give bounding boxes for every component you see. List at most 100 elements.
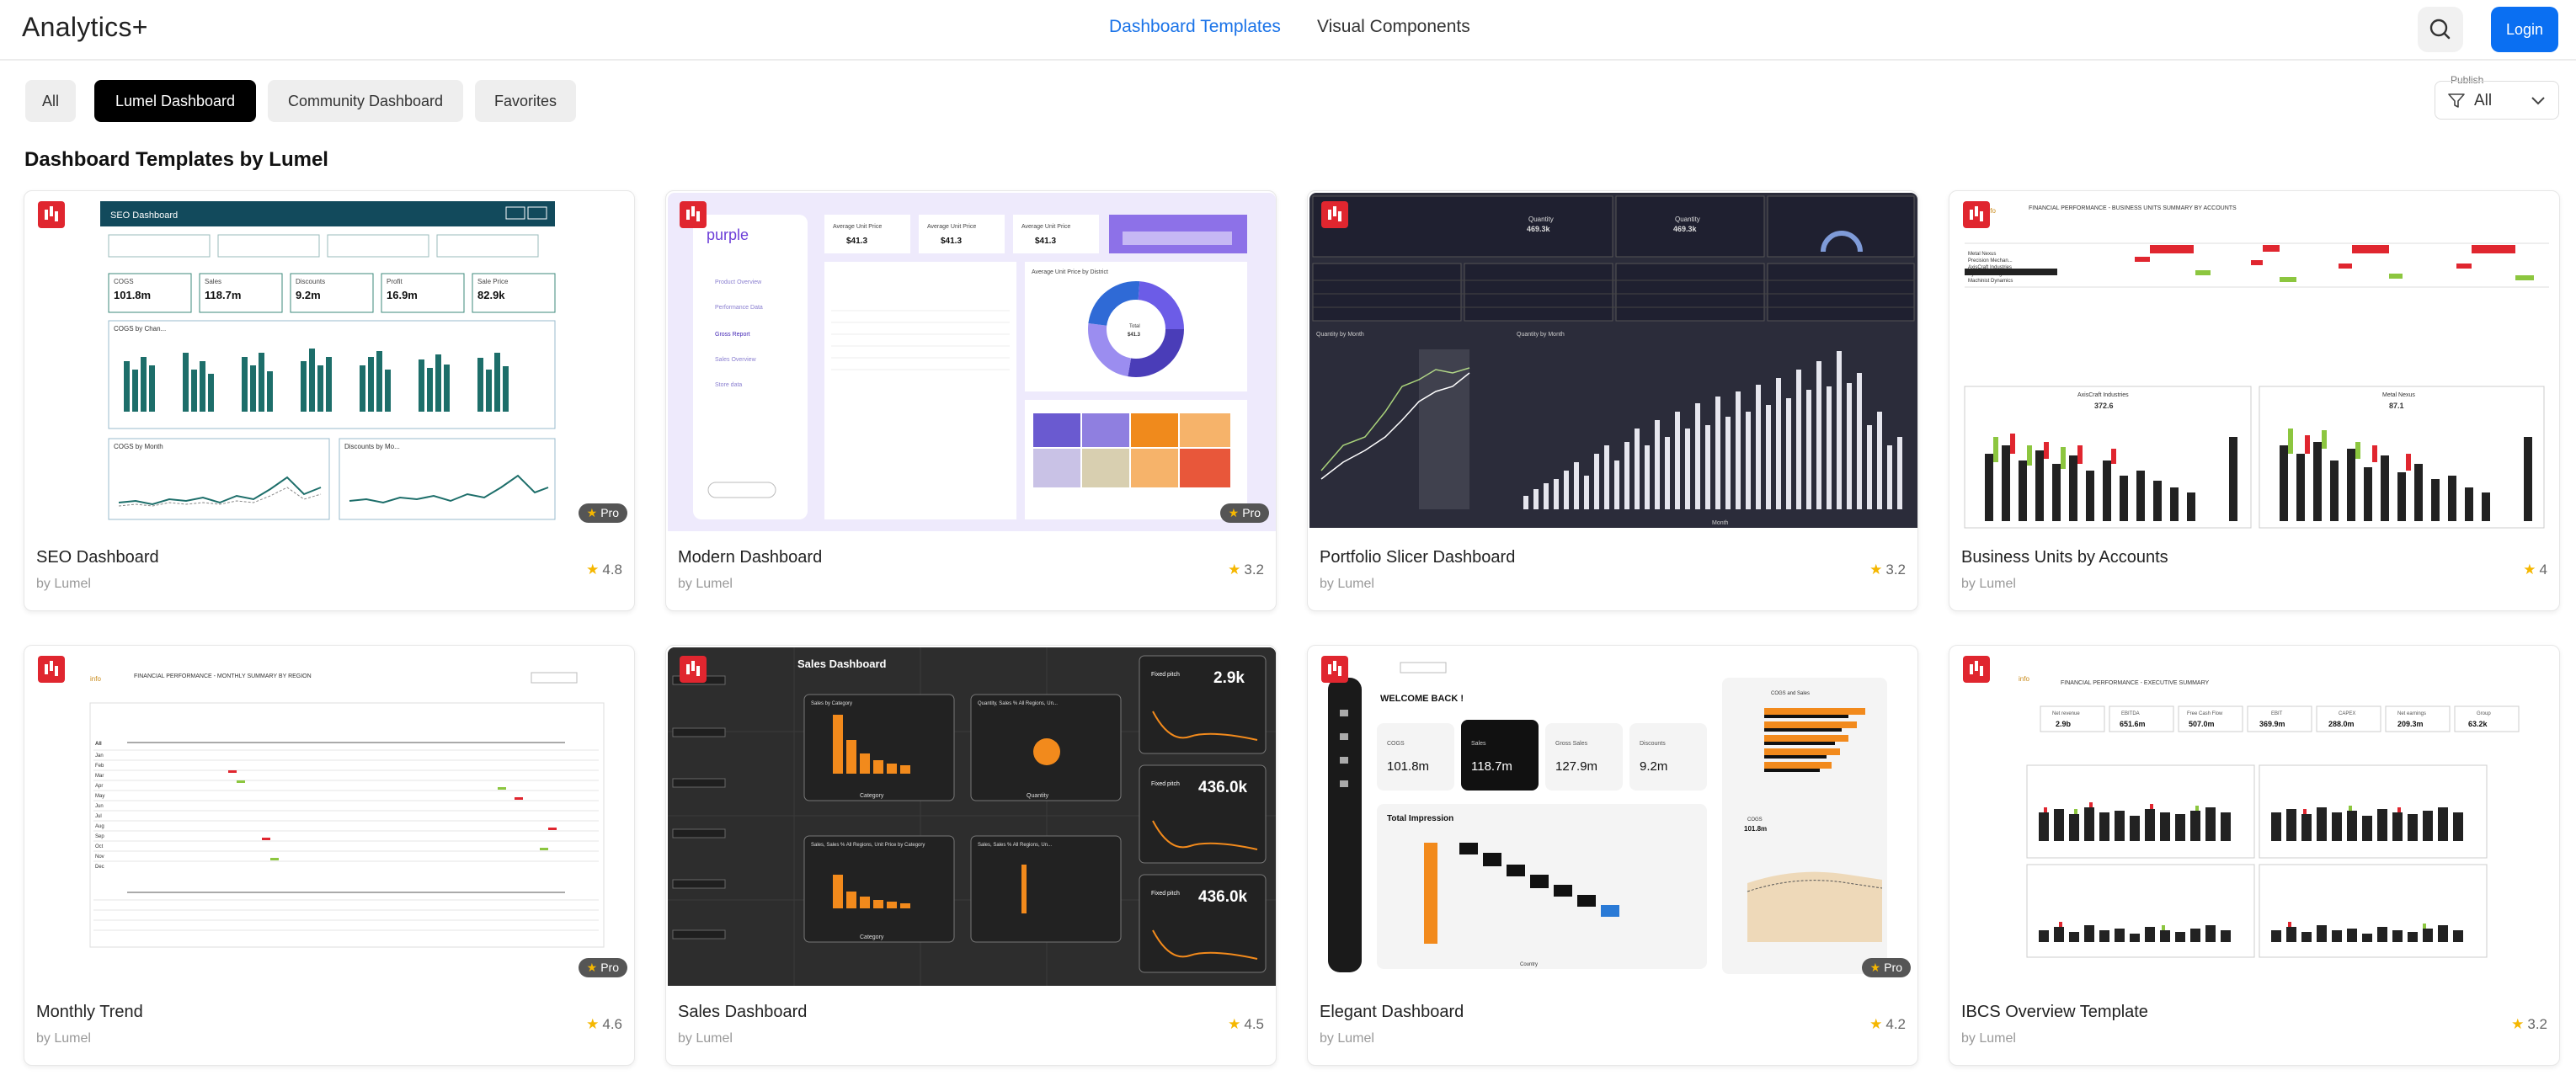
svg-text:101.8m: 101.8m (1387, 759, 1429, 774)
svg-text:AxisCraft Industries: AxisCraft Industries (2077, 392, 2129, 398)
svg-text:507.0m: 507.0m (2189, 720, 2215, 728)
section-title: Dashboard Templates by Lumel (24, 148, 328, 171)
card-author: by Lumel (678, 1031, 733, 1046)
app-logo[interactable]: Analytics+ (22, 12, 148, 43)
template-card-sales-dashboard[interactable]: Sales Dashboard Sales by Category Quanti… (665, 645, 1277, 1066)
card-rating: ★ 4.6 (586, 1016, 622, 1032)
template-card-elegant-dashboard[interactable]: WELCOME BACK ! COGS 101.8m Sales 118.7m Gr… (1307, 645, 1918, 1066)
card-title[interactable]: Business Units by Accounts (1961, 548, 2168, 567)
nav-dashboard-templates[interactable]: Dashboard Templates (1109, 17, 1281, 37)
svg-text:82.9k: 82.9k (477, 289, 505, 301)
card-title[interactable]: Modern Dashboard (678, 548, 822, 567)
thumbnail-modern-dashboard: purple Product Overview Performance Data… (668, 193, 1276, 531)
card-title[interactable]: Portfolio Slicer Dashboard (1320, 548, 1515, 567)
svg-text:Quantity: Quantity (1675, 216, 1700, 223)
svg-text:Profit: Profit (387, 278, 403, 285)
template-card-ibcs-overview-template[interactable]: info FINANCIAL PERFORMANCE - EXECUTIVE S… (1949, 645, 2560, 1066)
star-icon: ★ (586, 1016, 600, 1032)
pro-badge: ★ Pro (578, 958, 627, 977)
star-icon: ★ (1228, 506, 1240, 519)
template-card-seo-dashboard[interactable]: SEO Dashboard COGS 101.8m Sales 118.7m Dis… (24, 190, 635, 611)
pro-badge: ★ Pro (578, 503, 627, 523)
publish-filter-dropdown[interactable]: All (2435, 81, 2559, 120)
card-author: by Lumel (1961, 1031, 2016, 1046)
svg-text:436.0k: 436.0k (1198, 779, 1248, 796)
svg-text:2.9k: 2.9k (1213, 669, 1245, 687)
svg-text:Sales Overview: Sales Overview (715, 357, 757, 363)
login-button[interactable]: Login (2491, 7, 2558, 52)
lumel-badge-icon (680, 201, 707, 228)
svg-text:info: info (90, 675, 101, 683)
svg-text:Sales, Sales % All Regions, Un: Sales, Sales % All Regions, Unit Price b… (811, 843, 925, 848)
svg-text:372.6: 372.6 (2094, 402, 2114, 410)
modern-thumb-brand: purple (707, 226, 749, 243)
svg-text:2.9b: 2.9b (2056, 720, 2072, 728)
svg-text:Oct: Oct (95, 844, 104, 849)
svg-text:Net revenue: Net revenue (2052, 711, 2080, 716)
card-author: by Lumel (36, 1031, 91, 1046)
template-card-monthly-trend[interactable]: info FINANCIAL PERFORMANCE - MONTHLY SUM… (24, 645, 635, 1066)
pro-badge: ★ Pro (1219, 503, 1269, 523)
svg-text:Nov: Nov (95, 854, 104, 860)
star-icon: ★ (1869, 961, 1881, 974)
svg-text:63.2k: 63.2k (2468, 720, 2488, 728)
svg-text:Quantity: Quantity (1528, 216, 1554, 223)
svg-text:Sep: Sep (95, 834, 104, 839)
card-title[interactable]: Elegant Dashboard (1320, 1003, 1464, 1022)
svg-text:Discounts by Mo...: Discounts by Mo... (344, 443, 400, 450)
svg-text:May: May (95, 794, 104, 799)
svg-text:Month: Month (1712, 520, 1729, 526)
svg-text:16.9m: 16.9m (387, 289, 418, 301)
svg-text:9.2m: 9.2m (1640, 759, 1667, 774)
template-card-business-units-by-accounts[interactable]: info FINANCIAL PERFORMANCE - BUSINESS UN… (1949, 190, 2560, 611)
lumel-badge-icon (38, 201, 65, 228)
svg-text:Mar: Mar (95, 774, 104, 779)
card-rating: ★ 3.2 (2511, 1016, 2547, 1032)
svg-text:Fixed pitch: Fixed pitch (1151, 781, 1180, 787)
svg-text:118.7m: 118.7m (1471, 759, 1512, 774)
svg-text:Precision Mechan...: Precision Mechan... (1968, 258, 2013, 264)
svg-text:Gross Report: Gross Report (715, 332, 750, 338)
template-card-modern-dashboard[interactable]: purple Product Overview Performance Data… (665, 190, 1277, 611)
svg-text:209.3m: 209.3m (2397, 720, 2424, 728)
svg-text:Apr: Apr (95, 784, 103, 789)
filter-chip-favorites[interactable]: Favorites (475, 80, 576, 122)
svg-text:COGS by Month: COGS by Month (114, 443, 163, 450)
card-title[interactable]: Monthly Trend (36, 1003, 143, 1022)
svg-text:$41.3: $41.3 (1128, 333, 1141, 338)
filter-chip-community-dashboard[interactable]: Community Dashboard (268, 80, 463, 122)
svg-text:EBIT: EBIT (2271, 711, 2283, 716)
top-bar: Analytics+ Dashboard Templates Visual Co… (0, 0, 2576, 61)
thumbnail-sales-dashboard: Sales Dashboard Sales by Category Quanti… (668, 647, 1276, 986)
svg-text:651.6m: 651.6m (2120, 720, 2146, 728)
card-title[interactable]: IBCS Overview Template (1961, 1003, 2148, 1022)
thumbnail-portfolio-slicer: Quantity 469.3k Quantity 469.3k Quantity b… (1309, 193, 1917, 531)
lumel-badge-icon (680, 656, 707, 683)
svg-text:$41.3: $41.3 (941, 237, 962, 246)
search-button[interactable] (2418, 7, 2463, 52)
svg-text:Discounts: Discounts (1640, 741, 1666, 747)
svg-text:Average Unit Price: Average Unit Price (1021, 224, 1070, 230)
card-rating: ★ 4.8 (586, 562, 622, 578)
svg-text:COGS: COGS (1387, 741, 1405, 747)
svg-text:Quantity by Month: Quantity by Month (1517, 332, 1565, 338)
svg-text:Quantity: Quantity (1027, 793, 1049, 799)
nav-visual-components[interactable]: Visual Components (1317, 17, 1470, 37)
svg-text:Sales: Sales (205, 278, 221, 285)
filter-chip-all[interactable]: All (25, 80, 76, 122)
svg-text:$41.3: $41.3 (1035, 237, 1056, 246)
filter-chip-lumel-dashboard[interactable]: Lumel Dashboard (94, 80, 256, 122)
svg-text:Country: Country (1520, 962, 1538, 967)
svg-text:Sales by Category: Sales by Category (811, 701, 852, 706)
publish-value: All (2474, 92, 2493, 109)
card-rating: ★ 4.2 (1869, 1016, 1906, 1032)
card-title[interactable]: Sales Dashboard (678, 1003, 807, 1022)
svg-text:info: info (2019, 675, 2029, 683)
star-icon: ★ (586, 961, 598, 974)
template-card-portfolio-slicer-dashboard[interactable]: Quantity 469.3k Quantity 469.3k Quantity b… (1307, 190, 1918, 611)
svg-text:FINANCIAL PERFORMANCE - MONTHL: FINANCIAL PERFORMANCE - MONTHLY SUMMARY … (134, 673, 312, 679)
filter-icon (2448, 93, 2465, 108)
card-title[interactable]: SEO Dashboard (36, 548, 159, 567)
svg-text:FINANCIAL PERFORMANCE - BUSINE: FINANCIAL PERFORMANCE - BUSINESS UNITS S… (2029, 205, 2237, 211)
sales-thumb-title: Sales Dashboard (797, 657, 887, 670)
